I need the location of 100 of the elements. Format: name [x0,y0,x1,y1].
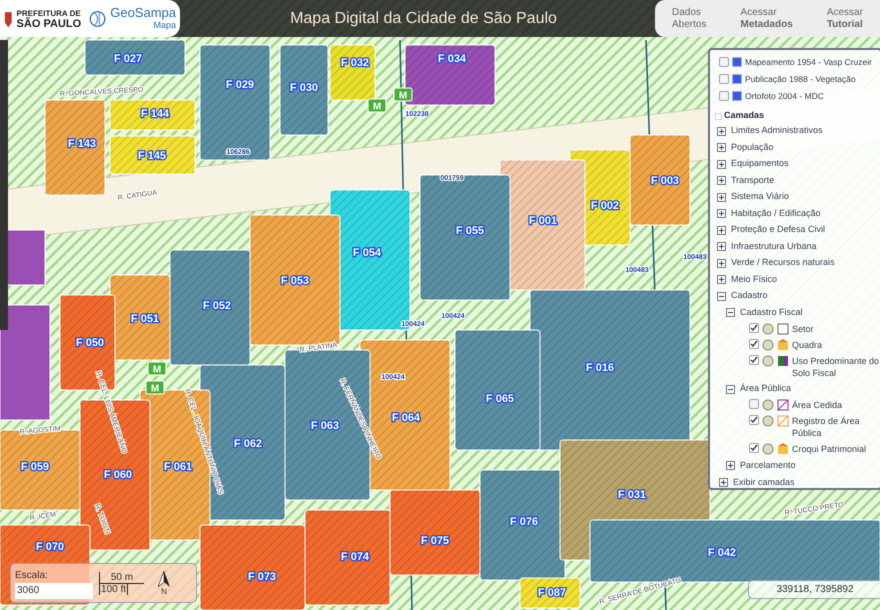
collapse-icon[interactable] [717,292,726,300]
lot-label: F 076 [510,516,538,528]
layer-label[interactable]: Uso Predominante do Solo Fiscal [792,354,880,379]
checkbox[interactable] [749,338,759,349]
expand-icon[interactable] [717,226,726,234]
checkbox[interactable] [719,74,729,84]
checkbox[interactable] [719,90,729,101]
land-lot[interactable] [304,510,390,606]
lot-label: F 059 [20,461,50,473]
basemap-icon [732,90,742,101]
expand-icon[interactable] [717,160,726,168]
legend-icon [777,338,789,351]
layer-group[interactable]: Cadastro [731,289,768,303]
expand-icon[interactable] [717,143,726,152]
north-arrow-icon [158,570,170,586]
page-title: Mapa Digital da Cidade de São Paulo [290,8,557,28]
checkbox[interactable] [749,322,759,333]
land-lot[interactable] [530,290,690,450]
logo-text: PREFEITURA DE [16,8,82,18]
layer-group[interactable]: Infraestrutura Urbana [731,240,817,254]
layer-group[interactable]: Área Pública [740,382,792,396]
layer-group[interactable]: Verde / Recursos naturais [731,256,835,270]
land-lot[interactable] [404,44,496,106]
expand-icon[interactable] [717,275,726,284]
layer-group[interactable]: Parcelamento [740,458,796,472]
land-lot[interactable] [110,100,196,130]
land-lot[interactable] [454,330,540,450]
lot-label: F 001 [528,215,558,227]
expand-icon[interactable] [717,242,726,251]
expand-icon[interactable] [717,176,726,185]
land-lot[interactable] [630,134,690,226]
layer-group[interactable]: Habitação / Edificação [731,206,821,220]
layer-group[interactable]: Sistema Viário [731,190,789,204]
header-link[interactable]: Acessar Tutorial [826,6,863,30]
land-lot[interactable] [110,274,170,360]
expand-icon[interactable] [719,478,728,487]
checkbox[interactable] [749,415,759,426]
land-lot[interactable] [480,470,566,580]
land-lot[interactable] [170,250,250,366]
basemap-icon [732,74,742,84]
lot-label: F 042 [708,547,736,559]
land-lot[interactable] [420,174,510,300]
header-link[interactable]: Acessar Metadados [740,6,793,30]
land-lot[interactable] [200,44,270,160]
layer-group[interactable]: Limites Administrativos [731,124,823,138]
collapse-icon[interactable] [726,384,735,394]
layer-group[interactable]: Equipamentos [731,157,789,171]
layers-title: Camadas [724,109,764,122]
layer-label[interactable]: Quadra [792,338,880,351]
lot-label: F 144 [140,108,170,120]
land-lot[interactable] [44,100,106,196]
basemap-label[interactable]: Mapeamento 1954 - Vasp Cruzeir [745,56,872,69]
land-lot[interactable] [280,44,328,136]
checkbox[interactable] [719,57,729,68]
lot-label: F 143 [68,138,96,150]
checkbox[interactable] [749,354,759,365]
layer-label[interactable]: Croqui Patrimonial [792,443,880,456]
expand-icon[interactable] [717,126,726,136]
basemap-label[interactable]: Ortofoto 2004 - MDC [745,90,824,102]
header-link[interactable]: Dados Abertos [672,6,706,30]
expand-icon[interactable] [726,461,735,470]
land-lot[interactable] [390,490,480,576]
land-lot[interactable] [110,136,196,174]
lot-label: F 003 [650,175,680,187]
checkbox[interactable] [749,443,759,454]
land-lot[interactable] [200,524,306,610]
land-lot[interactable] [330,44,376,100]
lot-label: F 029 [226,79,254,91]
layer-group[interactable]: População [731,140,774,154]
lot-label: F 065 [486,393,514,405]
lot-label: F 027 [114,53,142,65]
layer-label[interactable]: Registro de Área Pública [792,415,880,440]
expand-icon[interactable] [717,209,726,218]
lot-label: F 087 [538,587,566,599]
lot-label: F 062 [234,438,262,450]
scale-bar: 50 m 100 ft [99,572,144,594]
lot-label: F 031 [618,489,646,501]
layer-group[interactable]: Transporte [731,174,774,188]
checkbox[interactable] [749,399,759,410]
layer-group[interactable]: Meio Físico [731,272,778,286]
layer-label[interactable]: Setor [792,322,880,335]
layer-group[interactable]: Cadastro Fiscal [740,306,803,320]
collapse-icon[interactable] [726,308,735,317]
layer-label[interactable]: Área Cedida [792,399,880,412]
check-icon [750,416,758,424]
basemap-icon [732,57,742,68]
lot-label: F 032 [340,57,370,69]
north-label: N [161,586,167,596]
basemap-label[interactable]: Publicação 1988 - Vegetação [745,72,856,86]
coordinates-display: 339118, 7395892 [748,580,880,599]
land-lot[interactable] [84,40,186,76]
lot-label: F 074 [340,551,370,563]
show-layers-toggle[interactable]: Exibir camadas [733,476,795,490]
scale-input[interactable]: 3060 [15,582,93,598]
expand-icon[interactable] [717,258,726,268]
land-lot[interactable] [520,578,580,608]
layer-group[interactable]: Proteção e Defesa Civil [731,223,826,237]
expand-icon[interactable] [717,192,726,202]
legend-icon [777,322,789,335]
lot-label: F 030 [290,82,318,94]
